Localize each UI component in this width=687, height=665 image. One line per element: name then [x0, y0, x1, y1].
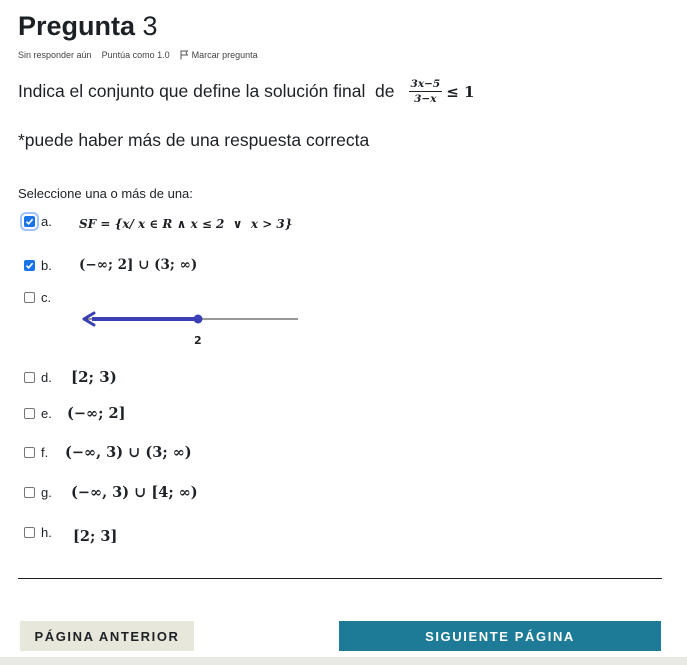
- option-a-checkbox[interactable]: [20, 211, 39, 231]
- option-h-text: [2; 3]: [73, 528, 118, 545]
- option-c-letter: c.: [41, 290, 52, 305]
- question-info: Sin responder aún Puntúa como 1.0 Marcar…: [18, 50, 258, 60]
- option-b-text: (−∞; 2] ∪ (3; ∞): [79, 257, 198, 273]
- option-f-checkbox[interactable]: [24, 447, 35, 458]
- option-b-checkbox[interactable]: [24, 259, 35, 271]
- next-page-button[interactable]: SIGUIENTE PÁGINA: [339, 621, 661, 651]
- option-g-checkbox[interactable]: [24, 487, 35, 498]
- option-g-text: (−∞, 3) ∪ [4; ∞): [71, 484, 198, 501]
- answer-option-a[interactable]: a. SF = {x/ x ∈ R ∧ x ≤ 2 ∨ x > 3}: [20, 211, 293, 231]
- option-g-letter: g.: [41, 485, 52, 500]
- inequality-fraction: 3x−5 3−x: [408, 78, 443, 105]
- option-e-checkbox[interactable]: [24, 408, 35, 419]
- inequality-rhs: ≤ 1: [446, 82, 475, 101]
- answer-option-b[interactable]: b. (−∞; 2] ∪ (3; ∞): [24, 257, 197, 273]
- flag-question-link[interactable]: Marcar pregunta: [180, 50, 258, 60]
- option-f-text: (−∞, 3) ∪ (3; ∞): [65, 444, 192, 461]
- page-footer-strip: [0, 657, 687, 665]
- question-title: Pregunta 3: [18, 8, 158, 44]
- number-line-label: 2: [194, 334, 202, 347]
- flag-icon: [180, 50, 189, 60]
- previous-page-button[interactable]: PÁGINA ANTERIOR: [20, 621, 194, 651]
- number-line-graph: 2: [82, 311, 298, 347]
- flag-question-label: Marcar pregunta: [191, 50, 258, 60]
- answer-option-f[interactable]: f. (−∞, 3) ∪ (3; ∞): [24, 444, 192, 461]
- option-h-checkbox[interactable]: [24, 527, 35, 538]
- option-a-text: SF = {x/ x ∈ R ∧ x ≤ 2 ∨ x > 3}: [79, 217, 293, 231]
- divider: [18, 578, 662, 579]
- answer-prompt: Seleccione una o más de una:: [18, 186, 193, 201]
- answer-option-g[interactable]: g. (−∞, 3) ∪ [4; ∞): [24, 484, 198, 501]
- check-icon: [25, 262, 34, 269]
- option-e-letter: e.: [41, 406, 52, 421]
- question-text: Indica el conjunto que define la solució…: [18, 78, 474, 105]
- question-note: *puede haber más de una respuesta correc…: [18, 130, 370, 150]
- question-text-body: Indica el conjunto que define la solució…: [18, 81, 395, 101]
- fraction-denominator: 3−x: [414, 93, 437, 105]
- option-d-letter: d.: [41, 369, 52, 385]
- question-number: 3: [142, 11, 158, 41]
- answer-option-c[interactable]: c.: [24, 290, 69, 305]
- option-a-letter: a.: [41, 213, 52, 229]
- answer-option-h[interactable]: h. [2; 3]: [24, 520, 117, 545]
- question-title-word: Pregunta: [18, 11, 136, 41]
- answer-option-e[interactable]: e. (−∞; 2]: [24, 405, 125, 422]
- fraction-numerator: 3x−5: [408, 78, 443, 92]
- question-state: Sin responder aún: [18, 50, 92, 60]
- option-b-letter: b.: [41, 257, 52, 273]
- option-h-letter: h.: [41, 525, 52, 540]
- option-c-checkbox[interactable]: [24, 292, 35, 303]
- closed-endpoint-dot: [193, 314, 203, 324]
- option-e-text: (−∞; 2]: [67, 405, 126, 422]
- option-d-checkbox[interactable]: [24, 371, 35, 383]
- answer-option-d[interactable]: d. [2; 3): [24, 368, 117, 386]
- option-d-text: [2; 3): [71, 368, 117, 386]
- check-icon: [25, 218, 34, 225]
- question-grade: Puntúa como 1.0: [101, 50, 170, 60]
